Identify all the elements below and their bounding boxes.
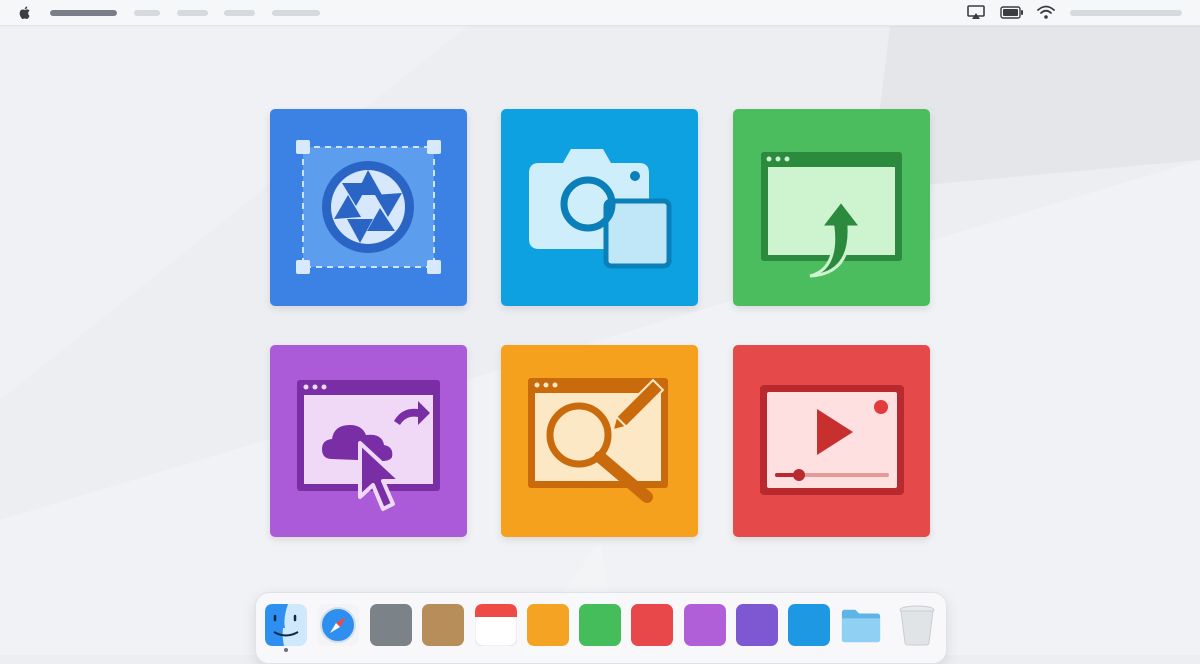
- running-indicator: [284, 648, 288, 652]
- menu-item-2[interactable]: [177, 10, 208, 16]
- folder-icon[interactable]: [840, 604, 882, 646]
- purple-app-icon[interactable]: [684, 604, 726, 646]
- brown-app-icon[interactable]: [422, 604, 464, 646]
- gray-app-icon[interactable]: [370, 604, 412, 646]
- orange-app-icon[interactable]: [527, 604, 569, 646]
- menu-clock[interactable]: [1070, 10, 1182, 16]
- battery-icon[interactable]: [1000, 6, 1024, 19]
- camera-overlay-tile[interactable]: [501, 109, 698, 306]
- search-annotate-tile[interactable]: [501, 345, 698, 537]
- menu-app-name[interactable]: [50, 10, 117, 16]
- menu-item-4[interactable]: [272, 10, 320, 16]
- video-play-icon: [760, 385, 904, 495]
- search-pencil-icon: [528, 378, 668, 503]
- cloud-cursor-tile[interactable]: [270, 345, 467, 537]
- menu-item-3[interactable]: [224, 10, 255, 16]
- aperture-selection-icon: [296, 140, 441, 274]
- video-record-tile[interactable]: [733, 345, 930, 537]
- wifi-icon[interactable]: [1037, 4, 1055, 20]
- camera-icon: [529, 149, 672, 269]
- menu-item-1[interactable]: [134, 10, 160, 16]
- safari-icon[interactable]: [317, 604, 359, 646]
- desktop-background: [0, 0, 1200, 655]
- apple-icon[interactable]: [17, 4, 33, 21]
- dock: [255, 592, 947, 664]
- screenshot-capture-tile[interactable]: [270, 109, 467, 306]
- menu-bar: [0, 0, 1200, 26]
- red-app-icon[interactable]: [631, 604, 673, 646]
- airplay-icon[interactable]: [967, 5, 985, 20]
- cloud-cursor-icon: [297, 380, 440, 511]
- window-upload-tile[interactable]: [733, 109, 930, 306]
- window-arrow-up-icon: [761, 152, 902, 278]
- blue-app-icon[interactable]: [788, 604, 830, 646]
- calendar-icon[interactable]: [475, 604, 517, 646]
- violet-app-icon[interactable]: [736, 604, 778, 646]
- finder-icon[interactable]: [265, 604, 307, 646]
- trash-icon[interactable]: [896, 604, 938, 646]
- green-app-icon[interactable]: [579, 604, 621, 646]
